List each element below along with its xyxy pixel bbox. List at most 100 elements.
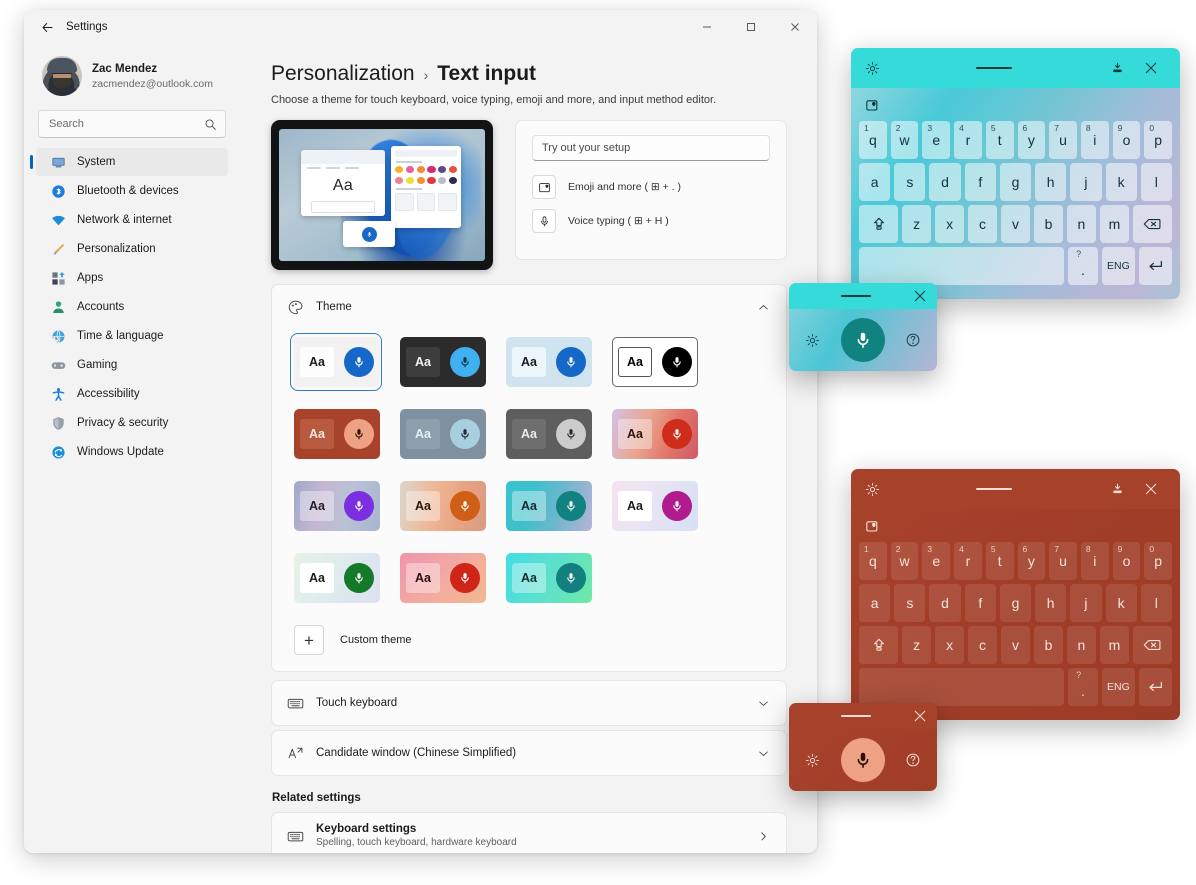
minimize-handle[interactable] (887, 66, 1100, 70)
sidebar-item-system[interactable]: System (30, 148, 228, 176)
close-icon[interactable] (1134, 482, 1168, 496)
key-q[interactable]: 1q (859, 121, 887, 159)
candidate-window-expander-header[interactable]: Candidate window (Chinese Simplified) (272, 731, 786, 775)
microphone-icon[interactable] (840, 318, 885, 362)
theme-swatch-teal-wave[interactable]: Aa (502, 477, 594, 535)
key-d[interactable]: d (929, 163, 961, 201)
key-g[interactable]: g (999, 584, 1032, 622)
key-l[interactable]: l (1140, 163, 1172, 201)
key-n[interactable]: n (1066, 205, 1096, 243)
key-m[interactable]: m (1099, 205, 1129, 243)
chevron-down-icon[interactable] (757, 697, 770, 710)
red-voice-typing-popup[interactable] (789, 703, 937, 791)
sidebar-item-accessibility[interactable]: Accessibility (36, 380, 228, 408)
theme-swatch-mint-green[interactable]: Aa (290, 549, 382, 607)
key-period[interactable]: ?. (1068, 668, 1098, 706)
gear-icon[interactable] (865, 482, 887, 497)
key-v[interactable]: v (1001, 205, 1030, 243)
close-icon[interactable] (913, 289, 927, 303)
sidebar-item-windows-update[interactable]: Windows Update (36, 438, 228, 466)
key-p[interactable]: 0p (1144, 542, 1173, 580)
theme-swatch-high-contrast-white[interactable]: Aa (608, 333, 700, 391)
sidebar-item-accounts[interactable]: Accounts (36, 293, 228, 321)
key-l[interactable]: l (1140, 584, 1172, 622)
theme-swatch-peach-sand[interactable]: Aa (396, 477, 488, 535)
chevron-up-icon[interactable] (757, 301, 770, 314)
theme-swatch-lavender-mist[interactable]: Aa (290, 477, 382, 535)
dock-icon[interactable] (1100, 482, 1134, 497)
red-keyboard-overlay[interactable]: 1 q 2 w 3 e 4 r 5 t 6 y 7 u 8 i 9 o 0 p a s d f g h j k l z x c v b n m?. EN… (851, 469, 1180, 720)
gear-icon[interactable] (805, 333, 820, 348)
help-icon[interactable] (905, 332, 921, 348)
key-k[interactable]: k (1105, 584, 1137, 622)
sidebar-item-network[interactable]: Network & internet (36, 206, 228, 234)
key-e[interactable]: 3e (922, 121, 951, 159)
key-q[interactable]: 1q (859, 542, 887, 580)
key-backspace[interactable] (1132, 205, 1172, 243)
sidebar-item-gaming[interactable]: Gaming (36, 351, 228, 379)
key-t[interactable]: 5t (985, 542, 1014, 580)
key-p[interactable]: 0p (1144, 121, 1173, 159)
search-input[interactable]: Search (38, 110, 226, 138)
theme-swatch-orchid-white[interactable]: Aa (608, 477, 700, 535)
key-a[interactable]: a (859, 584, 891, 622)
gear-icon[interactable] (865, 61, 887, 76)
key-s[interactable]: s (894, 584, 926, 622)
key-period[interactable]: ?. (1068, 247, 1098, 285)
key-language-eng[interactable]: ENG (1101, 668, 1135, 706)
key-t[interactable]: 5t (985, 121, 1014, 159)
key-f[interactable]: f (964, 584, 996, 622)
key-i[interactable]: 8i (1080, 542, 1109, 580)
key-o[interactable]: 9o (1112, 542, 1141, 580)
key-c[interactable]: c (968, 205, 998, 243)
key-r[interactable]: 4r (954, 542, 982, 580)
key-x[interactable]: x (935, 626, 965, 664)
key-space[interactable] (859, 668, 1065, 706)
key-space[interactable] (859, 247, 1065, 285)
sidebar-item-time-language[interactable]: Time & language (36, 322, 228, 350)
touch-keyboard-expander-header[interactable]: Touch keyboard (272, 681, 786, 725)
key-language-eng[interactable]: ENG (1101, 247, 1135, 285)
key-shift[interactable] (859, 626, 899, 664)
sticker-heart-icon[interactable] (859, 517, 1172, 542)
key-w[interactable]: 2w (890, 542, 919, 580)
key-j[interactable]: j (1070, 584, 1102, 622)
keyboard-settings-row[interactable]: Keyboard settings Spelling, touch keyboa… (272, 813, 786, 853)
key-m[interactable]: m (1099, 626, 1129, 664)
key-w[interactable]: 2w (890, 121, 919, 159)
key-enter[interactable] (1138, 668, 1172, 706)
maximize-button[interactable] (729, 10, 773, 44)
theme-swatch-powder-blue[interactable]: Aa (502, 333, 594, 391)
key-backspace[interactable] (1132, 626, 1172, 664)
key-d[interactable]: d (929, 584, 961, 622)
theme-swatch-aqua-mint[interactable]: Aa (502, 549, 594, 607)
key-z[interactable]: z (902, 205, 932, 243)
microphone-icon[interactable] (840, 738, 885, 782)
close-icon[interactable] (1134, 61, 1168, 75)
help-icon[interactable] (905, 752, 921, 768)
key-i[interactable]: 8i (1080, 121, 1109, 159)
key-f[interactable]: f (964, 163, 996, 201)
theme-swatch-slate-blue[interactable]: Aa (396, 405, 488, 463)
minimize-handle[interactable] (799, 294, 913, 298)
key-z[interactable]: z (902, 626, 932, 664)
sidebar-item-personalization[interactable]: Personalization (36, 235, 228, 263)
key-b[interactable]: b (1033, 626, 1063, 664)
minimize-handle[interactable] (799, 714, 913, 718)
voice-typing-row[interactable]: Voice typing ( ⊞ + H ) (532, 209, 770, 233)
account-block[interactable]: Zac Mendez zacmendez@outlook.com (32, 48, 232, 108)
key-g[interactable]: g (999, 163, 1032, 201)
sidebar-item-bluetooth[interactable]: Bluetooth & devices (36, 177, 228, 205)
key-u[interactable]: 7u (1049, 121, 1077, 159)
key-r[interactable]: 4r (954, 121, 982, 159)
theme-swatch-coral-pink[interactable]: Aa (396, 549, 488, 607)
theme-swatch-graphite-gray[interactable]: Aa (502, 405, 594, 463)
key-shift[interactable] (859, 205, 899, 243)
minimize-handle[interactable] (887, 487, 1100, 491)
close-button[interactable] (773, 10, 817, 44)
key-e[interactable]: 3e (922, 542, 951, 580)
key-v[interactable]: v (1001, 626, 1030, 664)
sidebar-item-privacy-security[interactable]: Privacy & security (36, 409, 228, 437)
key-j[interactable]: j (1070, 163, 1102, 201)
key-x[interactable]: x (935, 205, 965, 243)
